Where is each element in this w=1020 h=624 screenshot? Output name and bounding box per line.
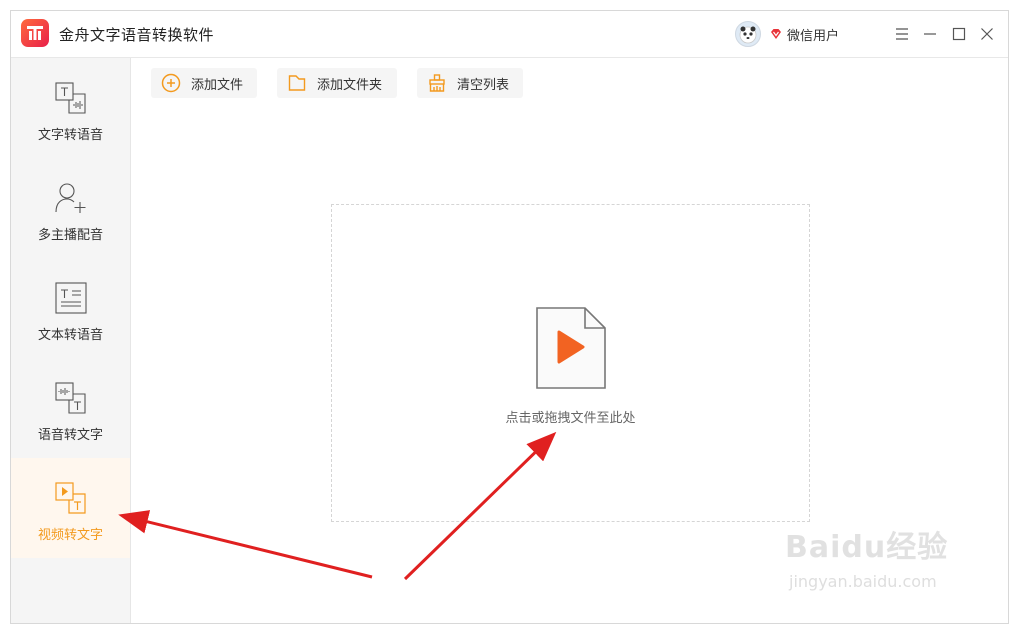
watermark-url: jingyan.baidu.com	[789, 572, 937, 591]
sidebar-item-multi-voice[interactable]: 多主播配音	[11, 158, 130, 258]
add-user-icon	[55, 183, 86, 213]
app-title: 金舟文字语音转换软件	[59, 26, 215, 44]
sidebar: 文字转语音 多主播配音 文本转语音 语音转文字 视频转文字	[11, 58, 131, 623]
add-folder-button[interactable]: 添加文件夹	[277, 68, 397, 98]
text-to-speech-icon	[55, 82, 86, 114]
menu-icon[interactable]	[892, 24, 912, 44]
sidebar-item-document-to-speech[interactable]: 文本转语音	[11, 258, 130, 358]
avatar[interactable]	[735, 21, 761, 47]
add-file-label: 添加文件	[191, 77, 244, 93]
speech-to-text-icon	[55, 382, 86, 414]
minimize-icon[interactable]	[920, 24, 940, 44]
user-name[interactable]: 微信用户	[787, 25, 839, 44]
folder-icon	[288, 75, 306, 91]
video-file-icon	[536, 307, 606, 389]
sidebar-item-label: 文本转语音	[37, 328, 103, 343]
document-text-icon	[55, 282, 87, 314]
user-account[interactable]: 微信用户	[735, 20, 839, 48]
drop-hint: 点击或拖拽文件至此处	[505, 411, 636, 426]
vip-diamond-icon	[771, 29, 781, 39]
sidebar-item-text-to-speech[interactable]: 文字转语音	[11, 58, 130, 158]
add-file-button[interactable]: 添加文件	[151, 68, 257, 98]
title-bar: 金舟文字语音转换软件 微信用户	[11, 11, 1008, 58]
add-folder-label: 添加文件夹	[317, 77, 383, 93]
video-to-text-icon	[55, 482, 86, 514]
close-icon[interactable]	[977, 24, 997, 44]
watermark-logo: Baidu经验	[785, 530, 949, 565]
sidebar-item-label: 视频转文字	[37, 528, 103, 543]
app-logo-icon	[21, 19, 49, 47]
sidebar-item-label: 文字转语音	[37, 128, 103, 143]
maximize-icon[interactable]	[949, 24, 969, 44]
clear-list-label: 清空列表	[457, 77, 510, 93]
sidebar-item-video-to-text[interactable]: 视频转文字	[11, 458, 130, 558]
clear-list-button[interactable]: 清空列表	[417, 68, 523, 98]
sidebar-item-label: 多主播配音	[37, 228, 103, 243]
sidebar-item-label: 语音转文字	[37, 428, 103, 443]
broom-icon	[429, 74, 445, 92]
watermark: Baidu经验 jingyan.baidu.com	[785, 512, 975, 602]
add-circle-icon	[161, 73, 181, 93]
sidebar-item-speech-to-text[interactable]: 语音转文字	[11, 358, 130, 458]
file-drop-zone[interactable]: 点击或拖拽文件至此处	[331, 204, 810, 522]
